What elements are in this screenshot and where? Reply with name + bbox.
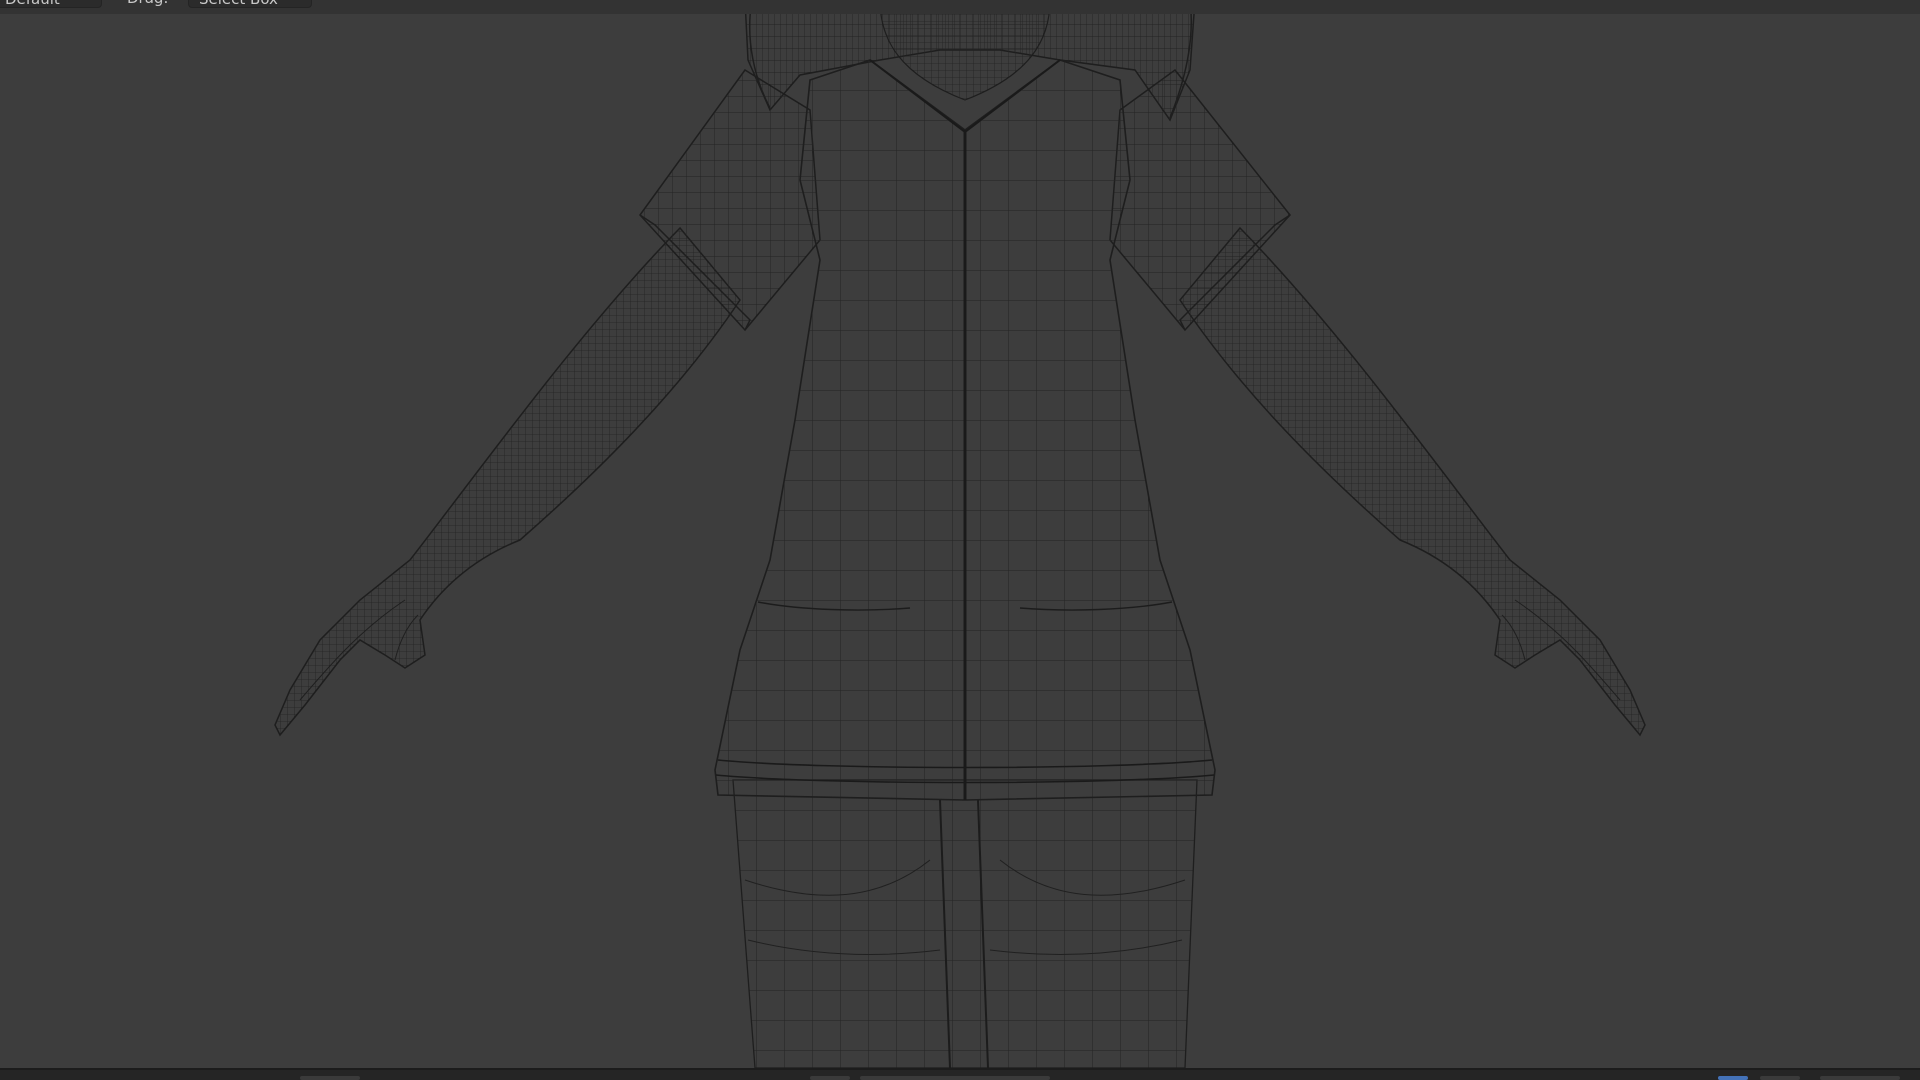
- wireframe-character-mesh: [274, 0, 1646, 1068]
- neck-mesh: [879, 0, 1051, 101]
- status-bar: [0, 1068, 1920, 1080]
- status-segment: [300, 1076, 360, 1080]
- viewport-header: Default Drag: Select Box: [0, 0, 1920, 14]
- status-segment: [1760, 1076, 1800, 1080]
- status-segment: [1820, 1076, 1900, 1080]
- legs-mesh: [732, 779, 1198, 1068]
- mode-dropdown[interactable]: Default: [0, 0, 102, 8]
- drag-select-dropdown[interactable]: Select Box: [188, 0, 312, 8]
- 3d-viewport[interactable]: Default Drag: Select Box: [0, 0, 1920, 1068]
- left-arm-mesh: [274, 226, 741, 737]
- drag-label: Drag:: [127, 0, 168, 8]
- status-segment: [810, 1076, 850, 1080]
- status-accent-segment: [1718, 1076, 1748, 1080]
- status-segment: [860, 1076, 1050, 1080]
- right-arm-mesh: [1179, 226, 1646, 737]
